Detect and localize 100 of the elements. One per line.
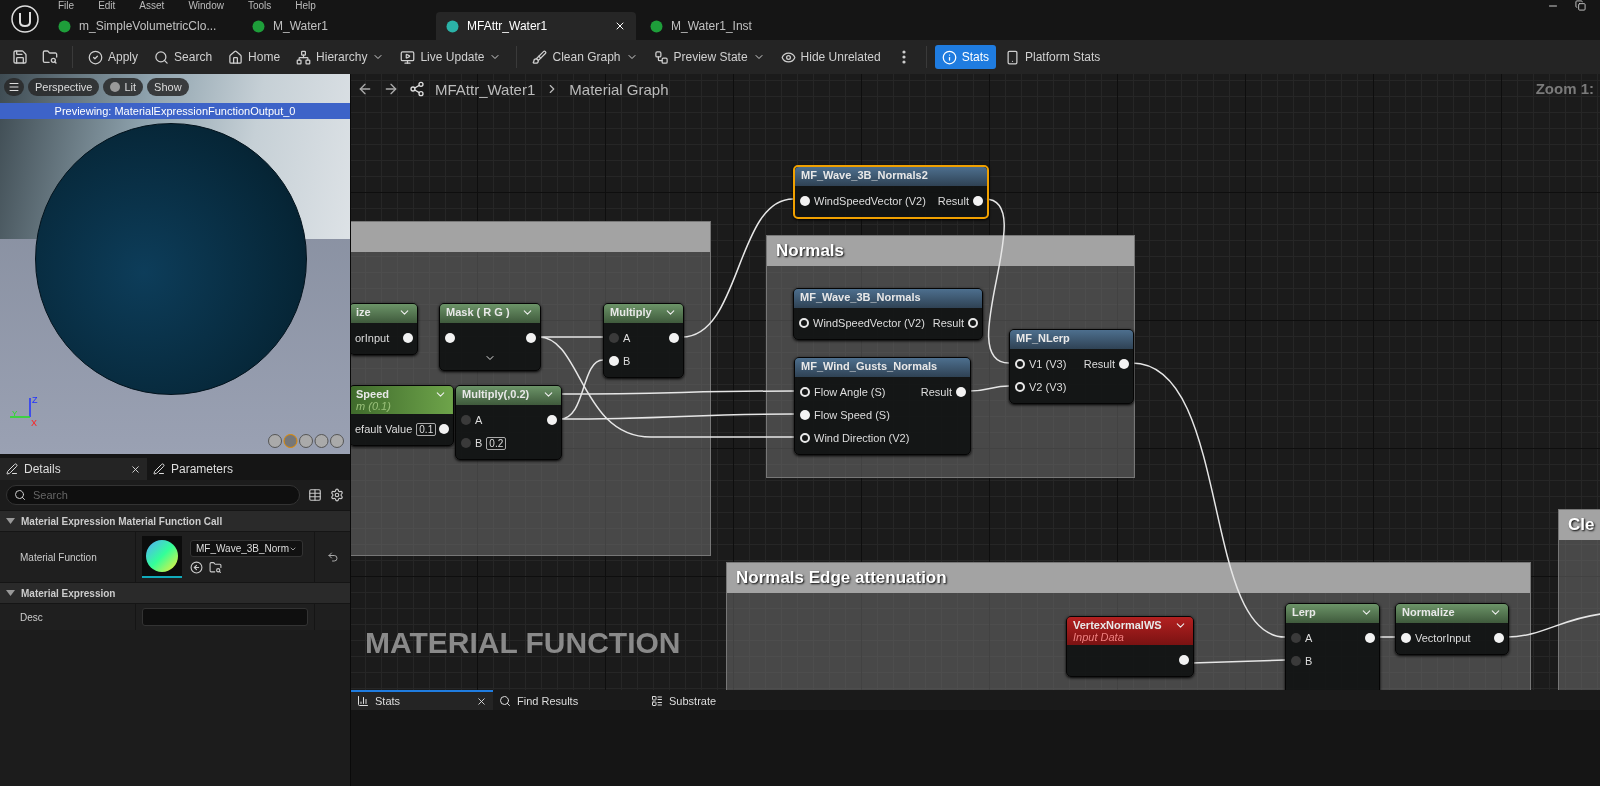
folder-search-icon[interactable] xyxy=(209,561,222,574)
value-field[interactable]: 0.1 xyxy=(416,422,437,436)
node-title: Lerp xyxy=(1292,606,1316,618)
menu-item[interactable]: Asset xyxy=(139,1,165,11)
toolbar-button[interactable]: Stats xyxy=(934,45,996,69)
toolbar-button[interactable]: Preview State xyxy=(646,45,772,69)
pin-label: B xyxy=(475,437,483,449)
logo-icon[interactable] xyxy=(10,4,40,34)
pin-icon[interactable] xyxy=(973,196,983,206)
panel-tab[interactable]: Substrate xyxy=(645,690,797,710)
toolbar-button[interactable]: Platform Stats xyxy=(998,45,1108,69)
restore-icon[interactable] xyxy=(1575,0,1586,11)
pin-icon[interactable] xyxy=(526,333,536,343)
arrow-left-circle-icon[interactable] xyxy=(190,561,203,574)
toolbar-button[interactable]: Clean Graph xyxy=(525,45,645,69)
pin-icon[interactable] xyxy=(403,333,413,343)
pin-icon[interactable] xyxy=(547,415,557,425)
graph-node[interactable]: Speed m (0.1) efault Value 0.1 xyxy=(351,385,454,446)
pin-icon[interactable] xyxy=(669,333,679,343)
pin-icon[interactable] xyxy=(1015,359,1025,369)
asset-dropdown[interactable]: MF_Wave_3B_Norm xyxy=(190,540,303,557)
table-icon[interactable] xyxy=(308,488,322,502)
toolbar-button[interactable]: Live Update xyxy=(393,45,509,69)
graph-node[interactable]: Lerp A B xyxy=(1285,603,1380,690)
search-field[interactable]: Search xyxy=(6,485,300,505)
connection-wire[interactable] xyxy=(968,385,1010,392)
pin-icon[interactable] xyxy=(799,318,809,328)
menu-item[interactable]: Window xyxy=(188,1,224,11)
reset-icon[interactable] xyxy=(326,551,339,563)
breadcrumb-item[interactable]: MFAttr_Water1 xyxy=(435,80,536,98)
preview-viewport[interactable]: Perspective Lit Show Previewing: MaterialExpressionFunctionOutput_0 Z X Y xyxy=(0,74,350,454)
toolbar-button[interactable]: Home xyxy=(221,45,288,69)
document-tab[interactable]: M_Water1 xyxy=(242,12,432,40)
back-icon[interactable] xyxy=(357,81,373,97)
forward-icon[interactable] xyxy=(383,81,399,97)
pin-icon[interactable] xyxy=(956,387,966,397)
value-field[interactable]: 0.2 xyxy=(486,436,507,450)
pin-icon[interactable] xyxy=(800,433,810,443)
pin-icon[interactable] xyxy=(1119,359,1129,369)
section-header[interactable]: Material Expression Material Function Call xyxy=(0,510,350,531)
viewport-button[interactable]: Lit xyxy=(103,78,144,96)
panel-tab[interactable]: Find Results xyxy=(493,690,645,710)
menu-item[interactable]: Tools xyxy=(247,1,272,11)
connection-wire[interactable] xyxy=(538,336,795,438)
pin-icon[interactable] xyxy=(800,387,810,397)
pin-icon[interactable] xyxy=(445,333,455,343)
menu-item[interactable]: Edit xyxy=(98,1,116,11)
graph-node[interactable]: Mask ( R G ) xyxy=(439,303,541,371)
settings-icon[interactable] xyxy=(330,488,344,502)
check-circle-icon xyxy=(88,49,103,65)
toolbar-button[interactable]: Search xyxy=(147,45,220,69)
connection-wire[interactable] xyxy=(559,413,795,420)
pin-icon[interactable] xyxy=(1179,655,1189,665)
close-icon[interactable] xyxy=(130,463,141,475)
home-icon xyxy=(228,49,244,65)
graph-canvas[interactable] xyxy=(351,74,1600,690)
graph-node[interactable]: Normalize VectorInput xyxy=(1395,603,1509,655)
graph-node[interactable]: MF_Wave_3B_Normals2 WindSpeedVector (V2) Result xyxy=(793,165,989,219)
menu-item[interactable]: File xyxy=(58,1,75,11)
connection-wire[interactable] xyxy=(1377,636,1396,638)
pin-icon[interactable] xyxy=(1494,633,1504,643)
panel-tab[interactable]: Details xyxy=(0,458,147,480)
document-tab[interactable]: MFAttr_Water1 xyxy=(436,12,636,40)
pin-icon[interactable] xyxy=(1401,633,1411,643)
graph-node[interactable]: Multiply(,0.2) A B 0.2 xyxy=(455,385,562,460)
pin-icon[interactable] xyxy=(800,410,810,420)
panel-tab[interactable]: Parameters xyxy=(147,458,309,480)
graph-node[interactable]: VertexNormalWS Input Data xyxy=(1066,616,1194,677)
close-icon[interactable] xyxy=(614,20,626,32)
viewport-button[interactable]: Perspective xyxy=(28,78,100,96)
pin-icon[interactable] xyxy=(1015,382,1025,392)
pin-icon[interactable] xyxy=(800,196,810,206)
section-header[interactable]: Material Expression xyxy=(0,582,350,603)
document-tab[interactable]: M_Water1_Inst xyxy=(640,12,830,40)
viewport-button[interactable]: Show xyxy=(147,78,189,96)
graph-node[interactable]: Multiply A B xyxy=(603,303,684,378)
menu-item[interactable]: Help xyxy=(295,1,316,11)
graph-node[interactable]: MF_NLerp V1 (V3) Result V2 (V3) xyxy=(1009,329,1134,404)
breadcrumb-item[interactable]: Material Graph xyxy=(569,80,669,98)
panel-tab[interactable]: Stats xyxy=(351,690,493,710)
pin-icon[interactable] xyxy=(968,318,978,328)
pin-icon[interactable] xyxy=(609,356,619,366)
graph-node[interactable]: MF_Wind_Gusts_Normals Flow Angle (S) Result Flow Speed (S) Wind Direction (V2) xyxy=(794,357,971,455)
toolbar-button[interactable]: Hide Unrelated xyxy=(773,45,888,69)
node-title: Mask ( R G ) xyxy=(446,306,510,318)
pin-icon[interactable] xyxy=(1365,633,1375,643)
graph-node[interactable]: MF_Wave_3B_Normals WindSpeedVector (V2) Result xyxy=(793,288,983,340)
graph-node[interactable]: ize orInput xyxy=(351,303,418,355)
toolbar-button[interactable]: Hierarchy xyxy=(289,45,392,69)
connection-wire[interactable] xyxy=(1191,659,1286,664)
folder-search-icon xyxy=(42,49,58,65)
connection-wire[interactable] xyxy=(538,336,604,338)
toolbar-button[interactable]: Apply xyxy=(81,45,146,69)
pin-icon[interactable] xyxy=(439,424,449,434)
close-icon[interactable] xyxy=(476,695,487,707)
preview-shapes-icon[interactable] xyxy=(268,434,344,448)
connection-wire[interactable] xyxy=(559,390,795,395)
connection-wire[interactable] xyxy=(1506,613,1600,638)
input-field[interactable] xyxy=(142,608,308,626)
document-tab[interactable]: m_SimpleVolumetricClo... xyxy=(48,12,238,40)
